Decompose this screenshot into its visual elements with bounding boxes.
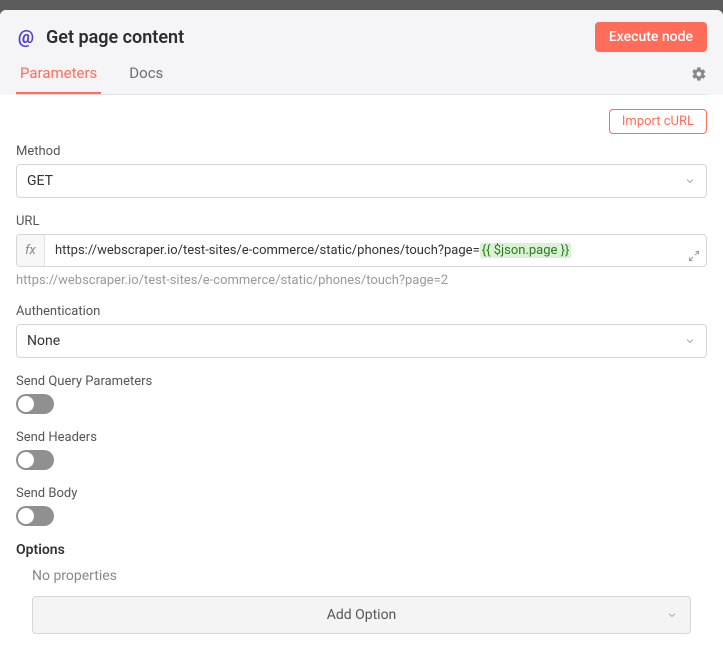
url-resolved-hint: https://webscraper.io/test-sites/e-comme… [16,273,707,288]
add-option-label: Add Option [327,607,397,623]
url-field: URL fx https://webscraper.io/test-sites/… [16,214,707,288]
node-title: Get page content [46,27,184,48]
title-row: @ Get page content Execute node [16,22,707,52]
url-expression-part: {{ $json.page }} [480,243,572,258]
send-headers-field: Send Headers [16,430,707,470]
send-headers-toggle[interactable] [16,450,54,470]
gear-icon[interactable] [691,66,707,92]
expression-fx-icon[interactable]: fx [17,235,45,266]
import-row: Import cURL [16,109,707,134]
panel-body: Import cURL Method GET URL fx https://we… [0,95,723,666]
method-value: GET [27,173,53,189]
expand-icon[interactable] [688,250,700,262]
add-option-button[interactable]: Add Option [32,596,691,634]
execute-node-button[interactable]: Execute node [595,22,707,52]
chevron-down-icon [684,335,696,347]
send-query-params-label: Send Query Parameters [16,374,707,389]
send-headers-label: Send Headers [16,430,707,445]
tabs: Parameters Docs [16,64,167,94]
send-body-toggle[interactable] [16,506,54,526]
chevron-down-icon [666,609,678,621]
method-select[interactable]: GET [16,164,707,198]
chevron-down-icon [684,175,696,187]
method-label: Method [16,144,707,159]
options-empty-text: No properties [32,568,691,584]
options-section: Options No properties Add Option [16,542,707,634]
url-static-part: https://webscraper.io/test-sites/e-comme… [55,243,480,258]
send-body-label: Send Body [16,486,707,501]
send-body-field: Send Body [16,486,707,526]
authentication-select[interactable]: None [16,324,707,358]
options-section-label: Options [16,542,707,558]
title-left: @ Get page content [16,27,184,48]
method-field: Method GET [16,144,707,198]
authentication-field: Authentication None [16,304,707,358]
tab-docs[interactable]: Docs [125,64,167,94]
tabs-row: Parameters Docs [16,64,707,95]
authentication-label: Authentication [16,304,707,319]
tab-parameters[interactable]: Parameters [16,64,101,94]
send-query-params-toggle[interactable] [16,394,54,414]
url-input[interactable]: fx https://webscraper.io/test-sites/e-co… [16,234,707,267]
url-label: URL [16,214,707,229]
url-value[interactable]: https://webscraper.io/test-sites/e-comme… [45,235,706,266]
at-icon: @ [16,27,36,47]
import-curl-button[interactable]: Import cURL [609,109,707,134]
send-query-params-field: Send Query Parameters [16,374,707,414]
panel-header: @ Get page content Execute node Paramete… [0,10,723,95]
node-settings-panel: @ Get page content Execute node Paramete… [0,10,723,666]
options-box: No properties Add Option [16,568,707,634]
authentication-value: None [27,333,60,349]
